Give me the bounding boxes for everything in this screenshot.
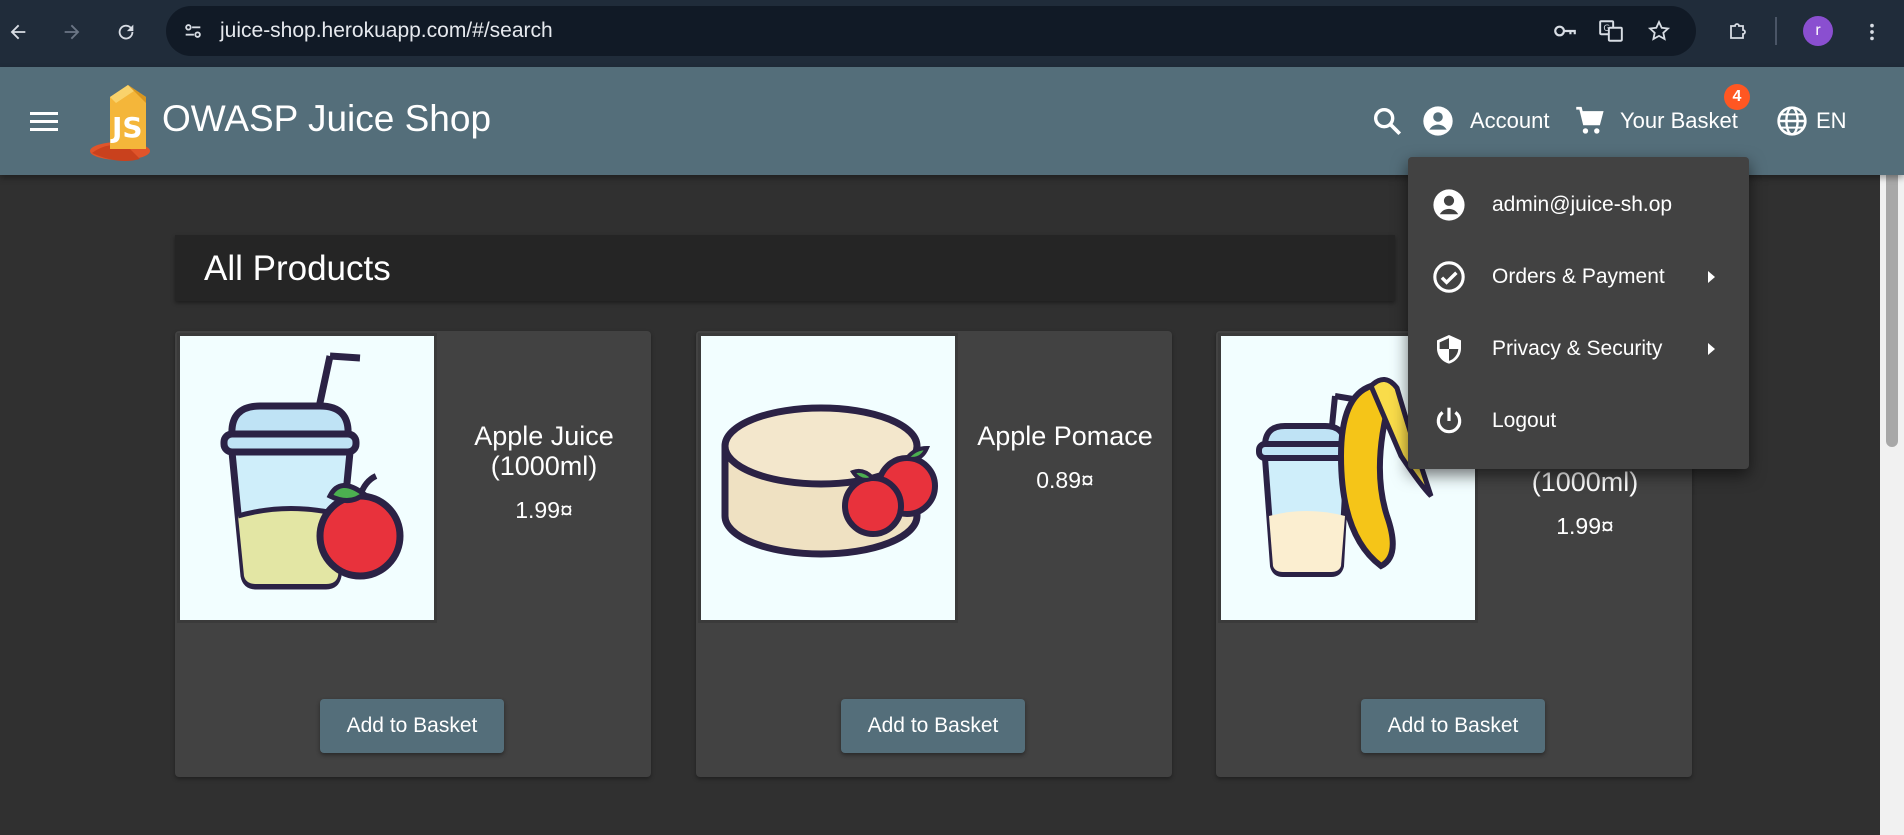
product-name: Apple Juice (1000ml) — [474, 421, 614, 481]
product-price: 1.99¤ — [1556, 513, 1614, 539]
menu-item-logout[interactable]: Logout — [1408, 385, 1749, 457]
star-icon[interactable] — [1646, 18, 1672, 44]
logo-text: JS — [110, 111, 143, 144]
add-to-basket-button[interactable]: Add to Basket — [320, 699, 504, 753]
account-circle-icon — [1423, 106, 1453, 136]
account-label: Account — [1470, 108, 1550, 133]
puzzle-icon — [1730, 23, 1746, 39]
account-menu: admin@juice-sh.op Orders & Payment Priva… — [1408, 157, 1749, 469]
product-price: 0.89¤ — [1036, 467, 1094, 493]
add-to-basket-button[interactable]: Add to Basket — [841, 699, 1025, 753]
products-heading-bar: All Products — [175, 235, 1395, 301]
account-button[interactable]: Account — [1422, 97, 1550, 145]
arrow-right-icon — [64, 24, 80, 40]
kebab-menu-icon — [1870, 23, 1874, 41]
shopping-cart-icon — [1576, 106, 1604, 134]
browser-menu-button[interactable] — [1854, 14, 1890, 50]
toolbar-divider — [1775, 17, 1777, 45]
profile-avatar[interactable]: r — [1803, 16, 1833, 46]
product-card[interactable]: Apple Pomace 0.89¤ Add to Basket — [696, 331, 1172, 777]
power-icon — [1432, 404, 1466, 438]
hamburger-icon — [30, 112, 58, 131]
basket-label: Your Basket — [1620, 108, 1738, 133]
translate-icon[interactable]: G — [1598, 18, 1624, 44]
menu-item-orders-payment[interactable]: Orders & Payment — [1408, 241, 1749, 313]
product-image-apple-juice[interactable] — [177, 333, 437, 623]
svg-text:G: G — [1603, 24, 1610, 34]
extensions-button[interactable] — [1720, 14, 1756, 50]
submenu-arrow-icon — [1708, 343, 1715, 355]
menu-item-label: Logout — [1492, 409, 1557, 432]
app-title[interactable]: OWASP Juice Shop — [162, 98, 491, 140]
shield-icon — [1432, 332, 1466, 366]
browser-chrome: juice-shop.herokuapp.com/#/search G r — [0, 0, 1904, 67]
reload-icon — [118, 24, 134, 40]
submenu-arrow-icon — [1708, 271, 1715, 283]
language-button[interactable]: EN — [1776, 97, 1847, 145]
address-bar[interactable]: juice-shop.herokuapp.com/#/search G — [166, 6, 1696, 56]
check-circle-icon — [1432, 260, 1466, 294]
page-title: All Products — [204, 249, 391, 288]
product-image-apple-pomace[interactable] — [698, 333, 958, 623]
site-info-icon[interactable] — [180, 18, 206, 44]
product-name: Apple Pomace — [977, 421, 1153, 451]
search-icon — [1373, 107, 1402, 136]
basket-button[interactable]: Your Basket — [1572, 97, 1738, 145]
globe-icon — [1777, 106, 1807, 136]
url-text[interactable]: juice-shop.herokuapp.com/#/search — [220, 6, 553, 56]
key-icon[interactable] — [1552, 18, 1578, 44]
product-info: Apple Juice (1000ml) 1.99¤ — [437, 421, 651, 524]
account-circle-icon — [1432, 188, 1466, 222]
back-button[interactable] — [0, 14, 36, 50]
add-to-basket-button[interactable]: Add to Basket — [1361, 699, 1545, 753]
menu-item-label: Orders & Payment — [1492, 265, 1665, 288]
product-card[interactable]: Apple Juice (1000ml) 1.99¤ Add to Basket — [175, 331, 651, 777]
language-label: EN — [1816, 108, 1847, 133]
basket-count-badge: 4 — [1724, 84, 1750, 110]
juice-shop-logo[interactable]: JS — [88, 79, 162, 163]
arrow-left-icon — [10, 24, 26, 40]
search-button[interactable] — [1370, 97, 1404, 145]
menu-item-label: Privacy & Security — [1492, 337, 1663, 360]
page-scrollbar[interactable] — [1880, 67, 1904, 835]
menu-item-label: admin@juice-sh.op — [1492, 193, 1673, 216]
product-name: (1000ml) — [1531, 467, 1639, 497]
forward-button[interactable] — [54, 14, 90, 50]
reload-button[interactable] — [108, 14, 144, 50]
product-info: (1000ml) 1.99¤ — [1478, 467, 1692, 540]
product-info: Apple Pomace 0.89¤ — [958, 421, 1172, 494]
sidenav-menu-button[interactable] — [24, 101, 64, 141]
menu-item-user-email[interactable]: admin@juice-sh.op — [1408, 169, 1749, 241]
menu-item-privacy-security[interactable]: Privacy & Security — [1408, 313, 1749, 385]
product-price: 1.99¤ — [515, 497, 573, 523]
